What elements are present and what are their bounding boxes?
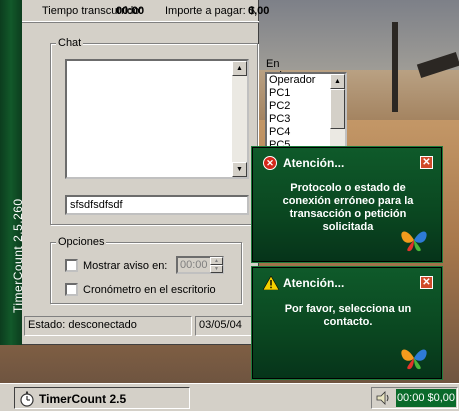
tray-timer-clock[interactable]: 00:00 $0,00 [396, 389, 456, 407]
scroll-down-icon[interactable]: ▼ [232, 162, 247, 177]
list-item[interactable]: PC1 [269, 88, 290, 99]
warning-icon [263, 276, 279, 290]
brand-sidebar: TimerCount 2.5.260 [0, 0, 25, 345]
timercount-window: TimerCount 2.5.260 Tiempo transcurrido: … [0, 0, 347, 345]
chat-scrollbar[interactable]: ▲ ▼ [232, 61, 247, 177]
status-fecha: 03/05/04 [199, 319, 242, 331]
msn-butterfly-icon [401, 349, 427, 370]
notification-title: Atención... [283, 156, 345, 170]
chat-message-input[interactable] [65, 195, 249, 215]
status-date: 03/05/04 [195, 316, 257, 336]
chat-group-title: Chat [56, 37, 84, 49]
network-list[interactable]: Operador PC1 PC2 PC3 PC4 PC5 ▲ [265, 72, 347, 150]
notification-error[interactable]: ✕ Atención... ✕ Protocolo o estado de co… [251, 146, 443, 263]
taskbar-app-button[interactable]: TimerCount 2.5 [14, 387, 190, 409]
importe-value: 0,00 [248, 5, 270, 17]
taskbar-app-label: TimerCount 2.5 [39, 392, 127, 406]
tiempo-value: 00:00 [116, 5, 145, 17]
system-tray: 00:00 $0,00 [371, 387, 458, 409]
cronometro-label: Cronómetro en el escritorio [83, 284, 216, 296]
status-estado: Estado: desconectado [28, 319, 137, 331]
desktop-post [392, 22, 398, 112]
network-scrollbar[interactable]: ▲ [330, 74, 345, 148]
close-icon[interactable]: ✕ [420, 276, 433, 289]
stopwatch-icon [20, 391, 34, 407]
mostrar-aviso-checkbox[interactable] [65, 259, 78, 272]
opciones-group-title: Opciones [56, 236, 107, 248]
error-icon: ✕ [263, 156, 277, 170]
spin-up-icon[interactable]: ▲ [210, 257, 223, 265]
time-spinner[interactable]: ▲ ▼ [210, 257, 223, 273]
taskbar: TimerCount 2.5 00:00 $0,00 [0, 383, 459, 411]
list-item[interactable]: PC3 [269, 114, 290, 125]
app-version-label: TimerCount 2.5.260 [11, 198, 25, 313]
list-item[interactable]: Operador [269, 75, 315, 86]
notification-body: Por favor, selecciona un contacto. [284, 303, 412, 328]
scroll-up-icon[interactable]: ▲ [330, 74, 345, 89]
msn-butterfly-icon [401, 231, 427, 252]
scroll-thumb[interactable] [330, 89, 345, 129]
chat-messages-area[interactable]: ▲ ▼ [65, 59, 249, 179]
mostrar-aviso-label: Mostrar aviso en: [83, 260, 168, 272]
notification-warning[interactable]: Atención... ✕ Por favor, selecciona un c… [251, 266, 443, 380]
spin-down-icon[interactable]: ▼ [210, 265, 223, 273]
close-icon[interactable]: ✕ [420, 156, 433, 169]
speaker-icon[interactable] [376, 391, 392, 405]
cronometro-checkbox[interactable] [65, 283, 78, 296]
list-item[interactable]: PC2 [269, 101, 290, 112]
mostrar-aviso-time-value: 00:00 [180, 259, 208, 271]
notification-title: Atención... [283, 276, 345, 290]
status-text: Estado: desconectado [24, 316, 192, 336]
scroll-up-icon[interactable]: ▲ [232, 61, 247, 76]
list-item[interactable]: PC4 [269, 127, 290, 138]
importe-label: Importe a pagar: $ [165, 5, 255, 17]
